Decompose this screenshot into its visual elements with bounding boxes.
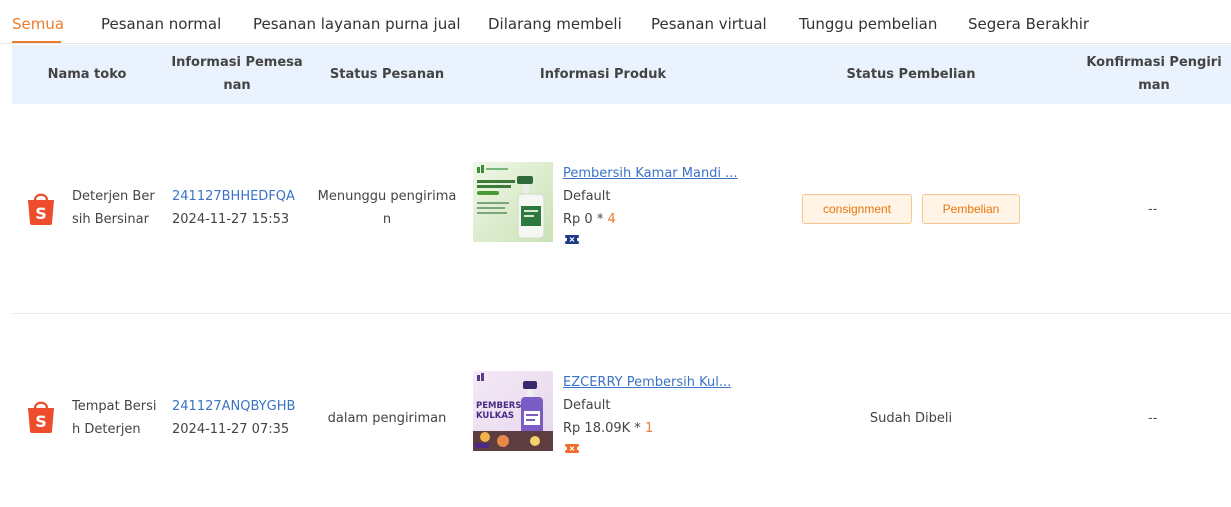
product-price: Rp 18.09K * 1 bbox=[563, 421, 654, 436]
row-divider bbox=[12, 313, 1231, 314]
column-header-order-info: Informasi Pemesa nan bbox=[171, 55, 303, 93]
product-price: Rp 0 * 4 bbox=[563, 212, 616, 227]
tab-semua[interactable]: Semua bbox=[12, 15, 64, 33]
product-thumbnail[interactable]: PEMBERSIH KULKAS bbox=[473, 371, 553, 451]
ticket-icon bbox=[565, 235, 579, 244]
svg-text:S: S bbox=[35, 204, 47, 223]
tab-segera-berakhir[interactable]: Segera Berakhir bbox=[968, 15, 1089, 33]
tab-pesanan-normal[interactable]: Pesanan normal bbox=[101, 15, 221, 33]
product-quantity: 1 bbox=[644, 421, 654, 436]
order-tabs: Semua Pesanan normal Pesanan layanan pur… bbox=[0, 0, 1231, 44]
active-tab-indicator bbox=[12, 41, 61, 43]
order-time: 2024-11-27 07:35 bbox=[172, 422, 290, 437]
order-id-link[interactable]: 241127BHHEDFQA bbox=[172, 189, 295, 204]
tab-dilarang-membeli[interactable]: Dilarang membeli bbox=[488, 15, 622, 33]
tab-tunggu-pembelian[interactable]: Tunggu pembelian bbox=[799, 15, 937, 33]
product-title-link[interactable]: Pembersih Kamar Mandi ... bbox=[563, 166, 738, 181]
order-status: dalam pengiriman bbox=[327, 411, 447, 426]
product-thumbnail[interactable] bbox=[473, 162, 553, 242]
tab-pesanan-virtual[interactable]: Pesanan virtual bbox=[651, 15, 767, 33]
column-header-order-status: Status Pesanan bbox=[329, 67, 445, 82]
column-header-shipping-confirm: Konfirmasi Pengiri man bbox=[1086, 55, 1222, 93]
order-id-link[interactable]: 241127ANQBYGHB bbox=[172, 399, 295, 414]
purchase-status: Sudah Dibeli bbox=[869, 411, 953, 426]
column-header-shop: Nama toko bbox=[47, 67, 127, 82]
shopee-bag-icon: S bbox=[28, 193, 54, 225]
shop-name: Deterjen Ber sih Bersinar bbox=[72, 189, 155, 227]
column-header-purchase-status: Status Pembelian bbox=[846, 67, 976, 82]
ticket-icon bbox=[565, 444, 579, 453]
shop-name: Tempat Bersi h Deterjen bbox=[72, 399, 157, 437]
order-status: Menunggu pengirima n bbox=[317, 189, 457, 227]
table-header: Nama toko Informasi Pemesa nan Status Pe… bbox=[12, 45, 1231, 104]
shopee-bag-icon: S bbox=[28, 401, 54, 433]
shipping-confirm-value: -- bbox=[1148, 411, 1158, 426]
product-title-link[interactable]: EZCERRY Pembersih Kul... bbox=[563, 375, 731, 390]
column-header-product-info: Informasi Produk bbox=[539, 67, 667, 82]
order-time: 2024-11-27 15:53 bbox=[172, 212, 290, 227]
svg-text:KULKAS: KULKAS bbox=[476, 411, 514, 421]
product-variant: Default bbox=[563, 398, 611, 413]
product-variant: Default bbox=[563, 189, 611, 204]
shipping-confirm-value: -- bbox=[1148, 202, 1158, 217]
pembelian-button[interactable]: Pembelian bbox=[922, 194, 1020, 224]
tab-pesanan-layanan-purna-jual[interactable]: Pesanan layanan purna jual bbox=[253, 15, 461, 33]
product-quantity: 4 bbox=[607, 212, 616, 227]
consignment-button[interactable]: consignment bbox=[802, 194, 912, 224]
svg-text:S: S bbox=[35, 412, 47, 431]
